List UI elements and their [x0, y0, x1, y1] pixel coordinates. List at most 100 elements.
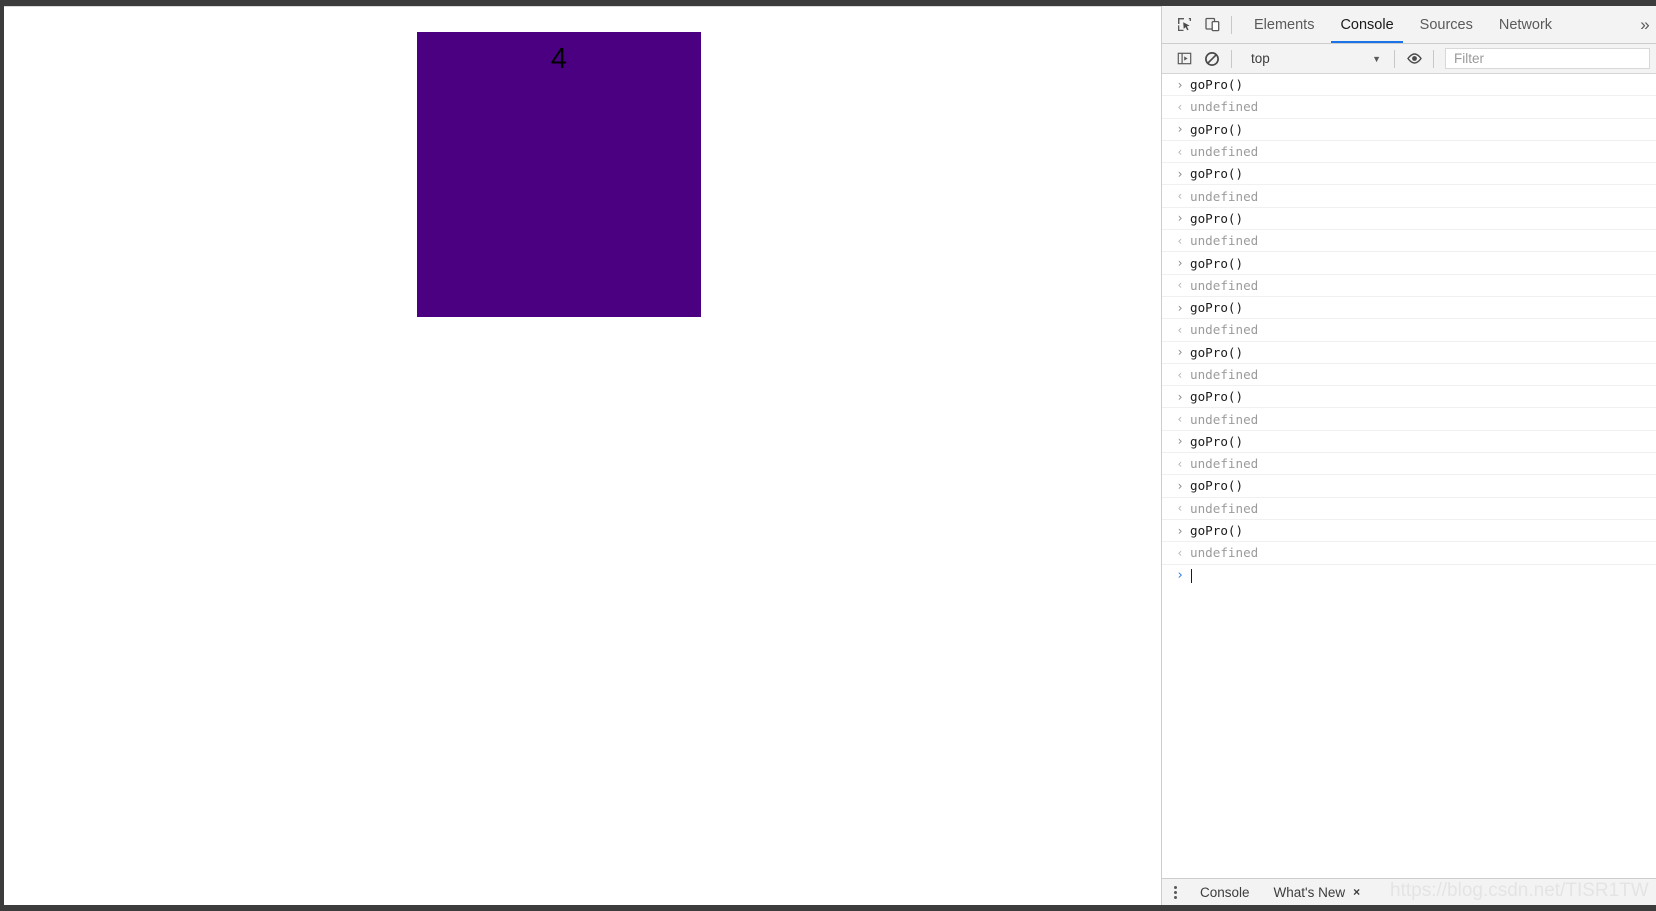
console-message-text: goPro(): [1190, 300, 1244, 316]
inspect-element-icon[interactable]: [1170, 11, 1198, 39]
tab-network[interactable]: Network: [1486, 6, 1565, 43]
device-toolbar-icon[interactable]: [1198, 11, 1226, 39]
console-context-value: top: [1251, 51, 1270, 66]
console-toolbar-divider-2: [1394, 49, 1395, 68]
tab-sources-label: Sources: [1419, 16, 1473, 33]
console-message-text: goPro(): [1190, 523, 1244, 539]
console-message-text: undefined: [1190, 411, 1259, 427]
console-message-text: undefined: [1190, 367, 1259, 382]
drawer-tab-console[interactable]: Console: [1188, 879, 1262, 905]
drawer-more-options-icon[interactable]: [1162, 879, 1188, 905]
console-message-row: ‹ undefined: [1162, 141, 1656, 164]
console-input-arrow-icon: ›: [1176, 345, 1184, 360]
clear-console-icon[interactable]: [1198, 45, 1226, 73]
console-message-text: undefined: [1190, 456, 1259, 472]
devtools-main-tabs: Elements Console Sources Network: [1241, 6, 1634, 43]
console-message-text: goPro(): [1190, 433, 1244, 449]
console-message-row: › goPro(): [1162, 119, 1656, 141]
console-input-arrow-icon: ›: [1176, 256, 1184, 271]
console-message-row: ‹ undefined: [1162, 230, 1656, 253]
console-message-text: goPro(): [1190, 77, 1244, 93]
console-message-text: goPro(): [1190, 210, 1244, 226]
console-input-arrow-icon: ›: [1176, 389, 1184, 404]
console-sidebar-icon[interactable]: [1170, 45, 1198, 73]
live-expression-icon[interactable]: [1400, 45, 1428, 73]
console-message-row: › goPro(): [1162, 520, 1656, 543]
drawer-tab-whats-new[interactable]: What's New ×: [1262, 879, 1373, 905]
console-input-arrow-icon: ›: [1176, 122, 1184, 137]
close-icon[interactable]: ×: [1353, 885, 1360, 899]
console-message-row: › goPro(): [1162, 208, 1656, 231]
console-message-text: goPro(): [1190, 255, 1244, 271]
console-message-text: undefined: [1190, 500, 1259, 516]
console-message-text: undefined: [1190, 545, 1259, 561]
drawer-tab-console-label: Console: [1200, 884, 1250, 900]
browser-window: 4 Elements Console Sources Network » top…: [0, 0, 1656, 911]
more-tabs-chevron-icon[interactable]: »: [1634, 6, 1656, 43]
console-message-row: › goPro(): [1162, 163, 1656, 186]
console-message-text: undefined: [1190, 144, 1259, 160]
console-message-row: › goPro(): [1162, 342, 1656, 364]
console-result-arrow-icon: ‹: [1176, 545, 1184, 560]
console-message-text: goPro(): [1190, 478, 1244, 494]
console-prompt-row[interactable]: ›: [1162, 565, 1656, 587]
console-message-list[interactable]: › goPro() ‹ undefined › goPro() ‹ undefined › goP…: [1162, 74, 1656, 878]
console-text-caret: [1191, 568, 1192, 583]
console-message-row: ‹ undefined: [1162, 364, 1656, 387]
console-message-text: goPro(): [1190, 344, 1244, 360]
console-input-arrow-icon: ›: [1176, 166, 1184, 181]
console-toolbar-divider-1: [1231, 49, 1232, 68]
console-message-text: undefined: [1190, 277, 1259, 293]
tab-console-label: Console: [1340, 16, 1394, 33]
console-message-row: › goPro(): [1162, 252, 1656, 275]
console-message-row: › goPro(): [1162, 386, 1656, 409]
console-result-arrow-icon: ‹: [1176, 322, 1184, 337]
console-message-text: undefined: [1190, 188, 1259, 204]
console-message-row: ‹ undefined: [1162, 185, 1656, 208]
console-input-arrow-icon: ›: [1176, 300, 1184, 315]
window-bottom-border: [0, 905, 1656, 911]
console-message-text: goPro(): [1190, 121, 1244, 137]
devtools-drawer-tabbar: Console What's New × https://blog.csdn.n…: [1162, 878, 1656, 905]
console-message-text: goPro(): [1190, 389, 1244, 405]
console-message-row: ‹ undefined: [1162, 453, 1656, 476]
console-filter-input[interactable]: [1445, 48, 1650, 69]
console-filter-toolbar: top ▼: [1162, 44, 1656, 74]
tab-console[interactable]: Console: [1327, 6, 1406, 43]
console-result-arrow-icon: ‹: [1176, 456, 1184, 471]
console-result-arrow-icon: ‹: [1176, 144, 1184, 159]
console-message-row: › goPro(): [1162, 431, 1656, 454]
console-result-arrow-icon: ‹: [1176, 99, 1184, 114]
console-message-row: ‹ undefined: [1162, 319, 1656, 342]
console-input-arrow-icon: ›: [1176, 77, 1184, 92]
console-input-arrow-icon: ›: [1176, 568, 1184, 584]
devtools-toolbar-icons: [1162, 6, 1241, 43]
console-input-arrow-icon: ›: [1176, 434, 1184, 449]
console-toolbar-divider-3: [1433, 49, 1434, 68]
tab-sources[interactable]: Sources: [1407, 6, 1486, 43]
console-message-row: ‹ undefined: [1162, 96, 1656, 119]
console-input-arrow-icon: ›: [1176, 523, 1184, 538]
console-message-text: goPro(): [1190, 166, 1244, 182]
console-result-arrow-icon: ‹: [1176, 189, 1184, 204]
console-result-arrow-icon: ‹: [1176, 501, 1184, 516]
console-message-row: ‹ undefined: [1162, 542, 1656, 565]
page-viewport[interactable]: 4: [4, 6, 1161, 905]
console-result-arrow-icon: ‹: [1176, 412, 1184, 427]
console-message-row: › goPro(): [1162, 74, 1656, 97]
console-message-row: ‹ undefined: [1162, 275, 1656, 297]
console-message-row: › goPro(): [1162, 475, 1656, 498]
tab-network-label: Network: [1498, 16, 1553, 33]
devtools-tabbar: Elements Console Sources Network »: [1162, 6, 1656, 44]
console-result-arrow-icon: ‹: [1176, 278, 1184, 293]
console-message-row: › goPro(): [1162, 297, 1656, 320]
console-input-arrow-icon: ›: [1176, 478, 1184, 493]
console-context-select[interactable]: top ▼: [1237, 51, 1389, 66]
devtools-panel: Elements Console Sources Network » top ▼…: [1161, 6, 1656, 905]
console-result-arrow-icon: ‹: [1176, 233, 1184, 248]
purple-square[interactable]: 4: [417, 32, 701, 317]
tab-elements[interactable]: Elements: [1241, 6, 1327, 43]
console-result-arrow-icon: ‹: [1176, 367, 1184, 382]
console-message-row: ‹ undefined: [1162, 498, 1656, 520]
watermark-text: https://blog.csdn.net/TISR1TW: [1390, 880, 1649, 901]
